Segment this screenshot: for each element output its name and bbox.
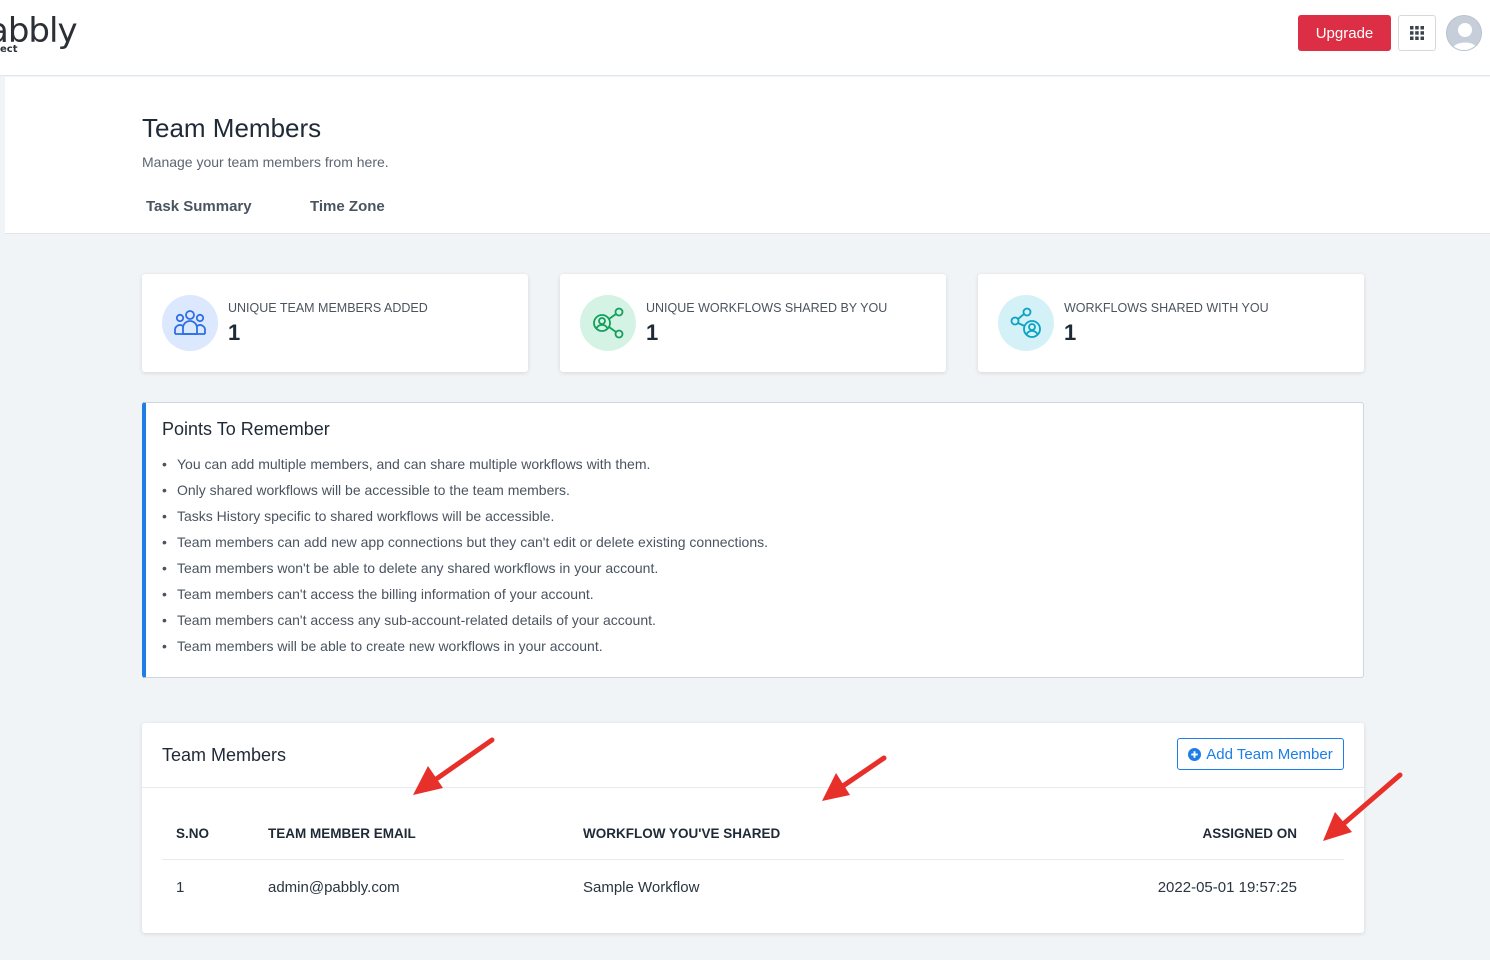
tab-time-zone[interactable]: Time Zone <box>310 198 385 215</box>
list-item: Tasks History specific to shared workflo… <box>162 507 768 533</box>
stat-label: UNIQUE TEAM MEMBERS ADDED <box>228 301 428 315</box>
user-avatar-icon <box>1447 16 1481 50</box>
list-item: Team members can't access any sub-accoun… <box>162 611 768 637</box>
top-bar: abbly ect Upgrade <box>0 0 1490 76</box>
tab-task-summary[interactable]: Task Summary <box>146 198 252 215</box>
divider <box>162 859 1344 860</box>
user-avatar[interactable] <box>1446 15 1482 51</box>
list-item: Only shared workflows will be accessible… <box>162 481 768 507</box>
stat-value: 1 <box>228 320 241 345</box>
brand-logo-sub: ect <box>0 44 18 55</box>
points-list: You can add multiple members, and can sh… <box>162 455 768 663</box>
team-members-card: Team Members Add Team Member S.NO TEAM M… <box>142 723 1364 933</box>
divider <box>142 787 1364 788</box>
list-item: Team members can add new app connections… <box>162 533 768 559</box>
add-team-member-label: Add Team Member <box>1206 745 1333 763</box>
cell-workflow: Sample Workflow <box>583 879 700 896</box>
page-title: Team Members <box>142 113 322 143</box>
stat-value: 1 <box>1064 320 1077 345</box>
stat-card-workflows-shared-by-you: UNIQUE WORKFLOWS SHARED BY YOU 1 <box>560 274 946 372</box>
list-item: You can add multiple members, and can sh… <box>162 455 768 481</box>
plus-circle-icon <box>1188 747 1202 761</box>
column-header-workflow: WORKFLOW YOU'VE SHARED <box>583 826 781 841</box>
list-item: Team members can't access the billing in… <box>162 585 768 611</box>
list-item: Team members won't be able to delete any… <box>162 559 768 585</box>
stat-card-workflows-shared-with-you: WORKFLOWS SHARED WITH YOU 1 <box>978 274 1364 372</box>
stat-value: 1 <box>646 320 659 345</box>
brand-logo[interactable]: abbly <box>0 14 78 48</box>
stat-label: UNIQUE WORKFLOWS SHARED BY YOU <box>646 301 888 315</box>
column-header-sno: S.NO <box>176 826 210 841</box>
stat-label: WORKFLOWS SHARED WITH YOU <box>1064 301 1269 315</box>
upgrade-button[interactable]: Upgrade <box>1298 15 1391 51</box>
list-item: Team members will be able to create new … <box>162 637 768 663</box>
page-subtitle: Manage your team members from here. <box>142 154 389 170</box>
stat-card-team-members: UNIQUE TEAM MEMBERS ADDED 1 <box>142 274 528 372</box>
grid-icon <box>1410 26 1424 40</box>
add-team-member-button[interactable]: Add Team Member <box>1177 738 1344 770</box>
cell-assigned-on: 2022-05-01 19:57:25 <box>1157 879 1297 896</box>
points-title: Points To Remember <box>162 419 330 439</box>
team-members-title: Team Members <box>162 745 287 765</box>
column-header-email: TEAM MEMBER EMAIL <box>268 826 416 841</box>
cell-sno: 1 <box>176 879 185 896</box>
apps-grid-button[interactable] <box>1398 15 1436 51</box>
shared-with-user-icon <box>998 295 1054 351</box>
points-to-remember-panel: Points To Remember You can add multiple … <box>142 402 1364 678</box>
page-header: Team Members Manage your team members fr… <box>5 77 1490 234</box>
share-user-icon <box>580 295 636 351</box>
cell-email: admin@pabbly.com <box>268 879 400 896</box>
column-header-assigned-on: ASSIGNED ON <box>1202 826 1297 841</box>
users-group-icon <box>162 295 218 351</box>
